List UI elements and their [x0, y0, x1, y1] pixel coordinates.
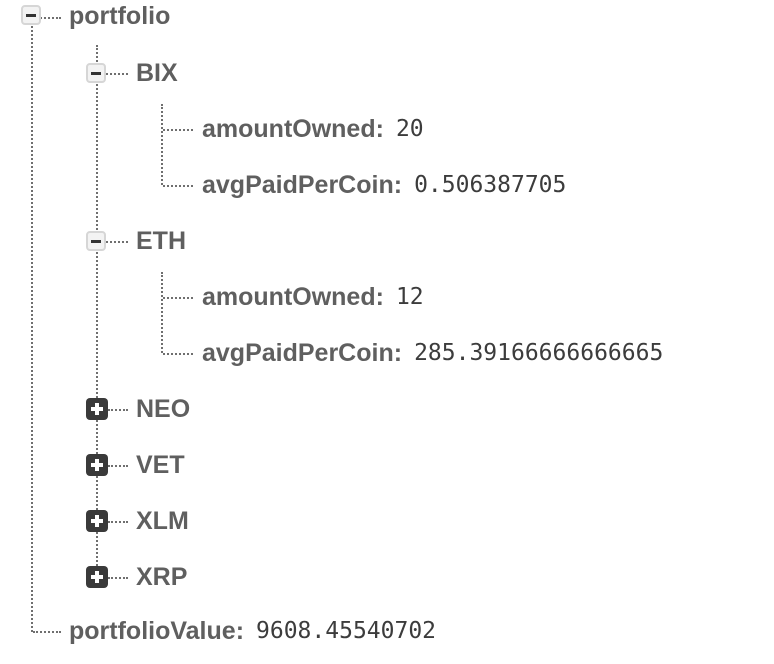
- collapse-portfolio-button[interactable]: [21, 5, 41, 25]
- field-key[interactable]: amountOwned: [202, 283, 376, 312]
- tree-guide-line: [163, 185, 193, 187]
- tree-guide-line: [161, 104, 163, 185]
- tree-node-eth: ETH: [136, 223, 186, 259]
- plus-icon: [91, 459, 103, 471]
- node-key[interactable]: XLM: [136, 507, 189, 536]
- collapse-bix-button[interactable]: [86, 63, 106, 83]
- tree-guide-line: [163, 129, 193, 131]
- field-key[interactable]: portfolioValue: [69, 617, 236, 646]
- tree-leaf-eth-amount-owned: amountOwned:12: [202, 279, 424, 315]
- expand-xrp-button[interactable]: [86, 566, 108, 588]
- field-key[interactable]: avgPaidPerCoin: [202, 339, 394, 368]
- tree-node-neo: NEO: [136, 391, 190, 427]
- tree-node-bix: BIX: [136, 55, 178, 91]
- tree-guide-line: [108, 465, 128, 467]
- tree-guide-line: [108, 409, 128, 411]
- node-key[interactable]: VET: [136, 451, 185, 480]
- tree-node-vet: VET: [136, 447, 185, 483]
- tree-guide-line: [106, 73, 128, 75]
- key-value-separator: :: [375, 282, 384, 311]
- minus-icon: [26, 13, 36, 17]
- plus-icon: [91, 571, 103, 583]
- field-value[interactable]: 9608.45540702: [256, 618, 436, 644]
- field-value[interactable]: 20: [396, 116, 424, 142]
- tree-guide-line: [163, 297, 193, 299]
- tree-guide-line: [108, 521, 128, 523]
- tree-guide-line: [163, 353, 193, 355]
- field-key[interactable]: amountOwned: [202, 115, 376, 144]
- field-value[interactable]: 285.39166666666665: [414, 340, 663, 366]
- tree-leaf-portfolio-value: portfolioValue:9608.45540702: [69, 613, 436, 649]
- node-key[interactable]: XRP: [136, 563, 187, 592]
- tree-guide-line: [33, 631, 61, 633]
- plus-icon: [91, 403, 103, 415]
- plus-icon: [91, 515, 103, 527]
- tree-leaf-eth-avg-paid: avgPaidPerCoin:285.39166666666665: [202, 335, 663, 371]
- tree-guide-line: [96, 45, 98, 577]
- tree-guide-line: [161, 272, 163, 353]
- tree-node-xrp: XRP: [136, 559, 187, 595]
- tree-leaf-bix-avg-paid: avgPaidPerCoin:0.506387705: [202, 167, 566, 203]
- node-key[interactable]: portfolio: [69, 2, 170, 31]
- tree-node-portfolio: portfolio: [69, 0, 170, 34]
- collapse-eth-button[interactable]: [86, 231, 106, 251]
- field-key[interactable]: avgPaidPerCoin: [202, 171, 394, 200]
- tree-guide-line: [106, 241, 128, 243]
- key-value-separator: :: [393, 170, 403, 199]
- expand-xlm-button[interactable]: [86, 510, 108, 532]
- tree-leaf-bix-amount-owned: amountOwned:20: [202, 111, 424, 147]
- minus-icon: [91, 71, 101, 75]
- tree-node-xlm: XLM: [136, 503, 189, 539]
- expand-neo-button[interactable]: [86, 398, 108, 420]
- field-value[interactable]: 12: [396, 284, 424, 310]
- tree-guide-line: [31, 26, 33, 632]
- field-value[interactable]: 0.506387705: [414, 172, 566, 198]
- node-key[interactable]: BIX: [136, 59, 178, 88]
- key-value-separator: :: [235, 616, 245, 645]
- node-key[interactable]: ETH: [136, 227, 186, 256]
- minus-icon: [91, 239, 101, 243]
- key-value-separator: :: [393, 338, 403, 367]
- key-value-separator: :: [375, 114, 384, 143]
- expand-vet-button[interactable]: [86, 454, 108, 476]
- node-key[interactable]: NEO: [136, 395, 190, 424]
- tree-guide-line: [108, 577, 128, 579]
